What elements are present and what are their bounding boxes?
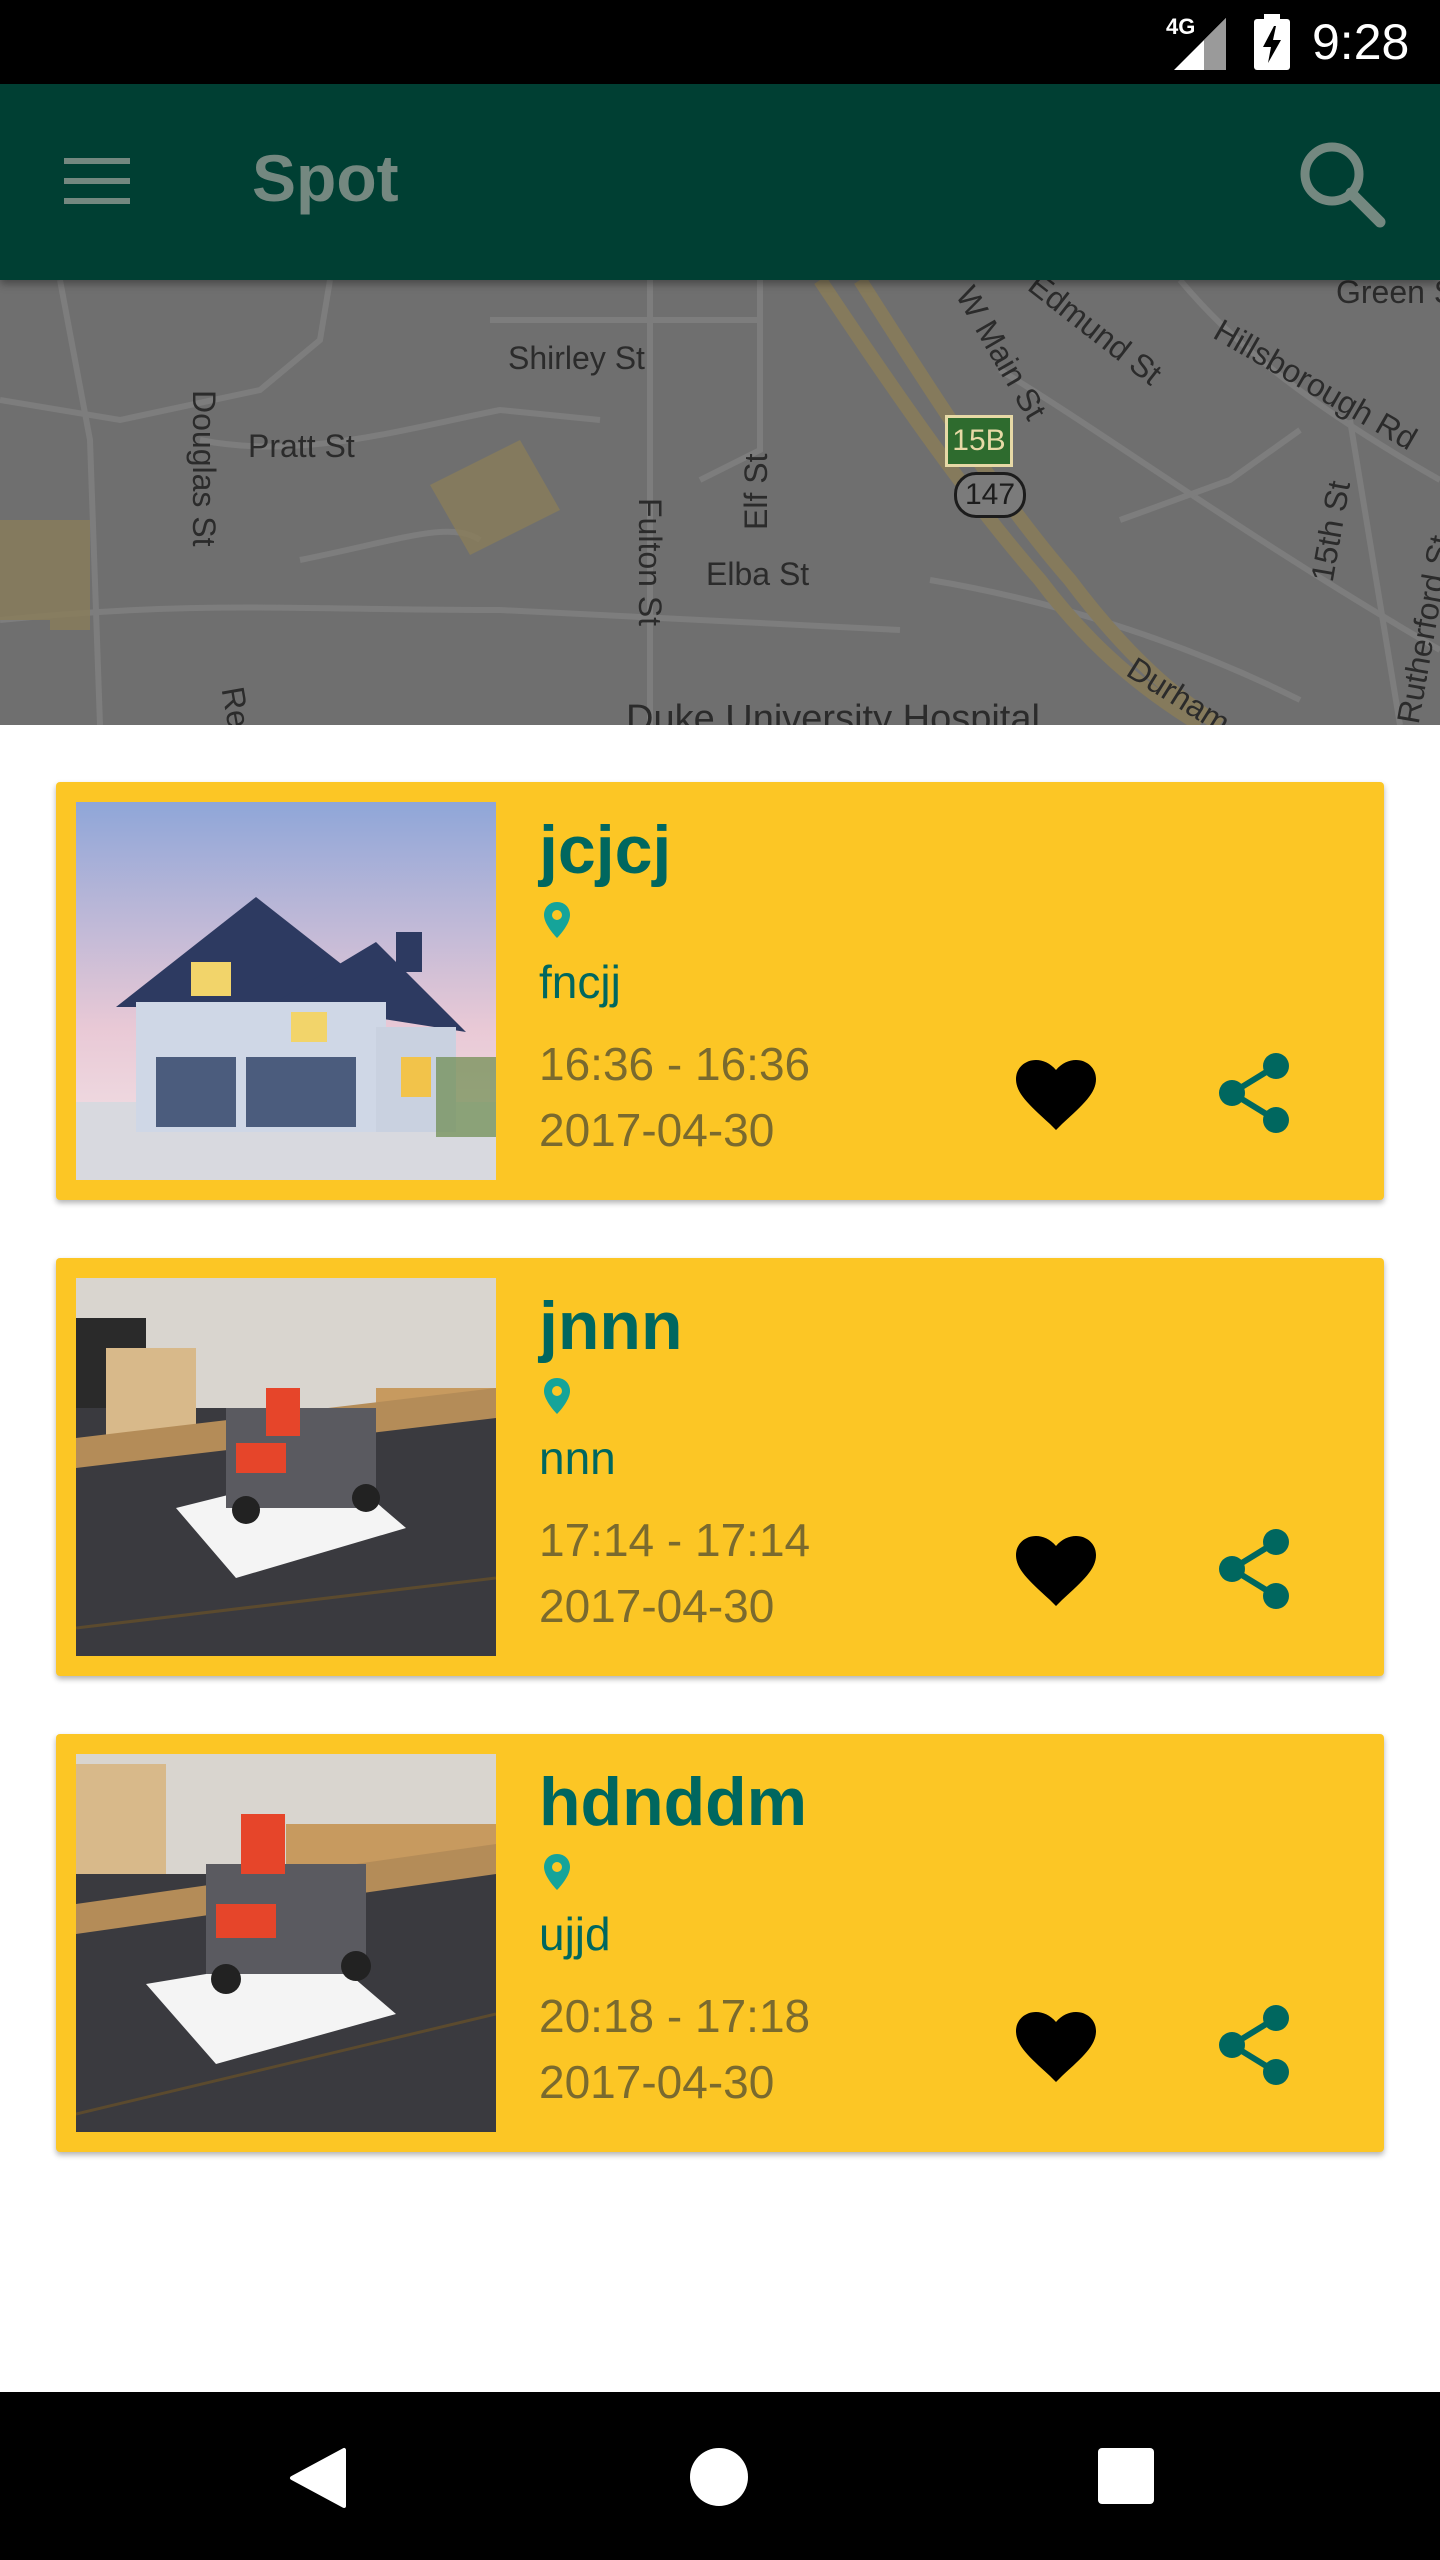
- app-bar: Spot: [0, 84, 1440, 280]
- app-title: Spot: [252, 141, 399, 215]
- status-time: 9:28: [1312, 14, 1410, 70]
- robot-photo: [76, 1278, 496, 1656]
- spot-card[interactable]: hdnddm ujjd 20:18 - 17:18 2017-04-30: [56, 1734, 1384, 2152]
- share-icon[interactable]: [1216, 2004, 1292, 2086]
- heart-icon[interactable]: [1016, 1060, 1096, 1132]
- map-label-pratt: Pratt St: [248, 428, 355, 464]
- spot-description: nnn: [539, 1432, 616, 1484]
- menu-icon[interactable]: [64, 158, 132, 206]
- robot-photo: [76, 1754, 496, 2132]
- map-label-green: Green St: [1336, 280, 1440, 310]
- map-label-douglas: Douglas St: [186, 390, 222, 547]
- spot-date: 2017-04-30: [539, 2056, 775, 2108]
- map-view[interactable]: Shirley St Pratt St Douglas St Fulton St…: [0, 280, 1440, 725]
- status-bar: 4G 9:28: [0, 0, 1440, 84]
- share-icon[interactable]: [1216, 1052, 1292, 1134]
- map-label-re: Re: [214, 684, 258, 725]
- recents-icon[interactable]: [1098, 2448, 1154, 2504]
- map-label-elba: Elba St: [706, 556, 810, 592]
- map-label-duke-hospital: Duke University Hospital: [626, 698, 1040, 725]
- highway-exit-badge: 15B: [945, 415, 1013, 467]
- map-label-shirley: Shirley St: [508, 340, 645, 376]
- share-icon[interactable]: [1216, 1528, 1292, 1610]
- highway-route-badge: 147: [954, 472, 1026, 518]
- spot-title: jnnn: [539, 1288, 683, 1364]
- spot-title: hdnddm: [539, 1764, 808, 1840]
- spot-description: ujjd: [539, 1908, 611, 1960]
- spot-description: fncjj: [539, 956, 621, 1008]
- system-nav-bar: [0, 2392, 1440, 2560]
- spot-time-range: 20:18 - 17:18: [539, 1990, 811, 2042]
- home-icon[interactable]: [690, 2448, 748, 2506]
- spot-time-range: 16:36 - 16:36: [539, 1038, 811, 1090]
- spot-card[interactable]: jcjcj fncjj 16:36 - 16:36 2017-04-30: [56, 782, 1384, 1200]
- house-photo: [76, 802, 496, 1180]
- search-icon[interactable]: [1296, 138, 1386, 228]
- map-label-elf: Elf St: [738, 453, 774, 530]
- back-icon[interactable]: [288, 2446, 348, 2510]
- location-pin-icon[interactable]: [542, 900, 572, 940]
- spot-title: jcjcj: [539, 812, 672, 888]
- battery-charging-icon: [1254, 14, 1290, 70]
- location-pin-icon[interactable]: [542, 1376, 572, 1416]
- spot-card[interactable]: jnnn nnn 17:14 - 17:14 2017-04-30: [56, 1258, 1384, 1676]
- heart-icon[interactable]: [1016, 1536, 1096, 1608]
- spot-date: 2017-04-30: [539, 1104, 775, 1156]
- location-pin-icon[interactable]: [542, 1852, 572, 1892]
- spot-date: 2017-04-30: [539, 1580, 775, 1632]
- network-type: 4G: [1166, 14, 1196, 39]
- map-label-fulton: Fulton St: [632, 498, 668, 627]
- heart-icon[interactable]: [1016, 2012, 1096, 2084]
- spot-time-range: 17:14 - 17:14: [539, 1514, 811, 1566]
